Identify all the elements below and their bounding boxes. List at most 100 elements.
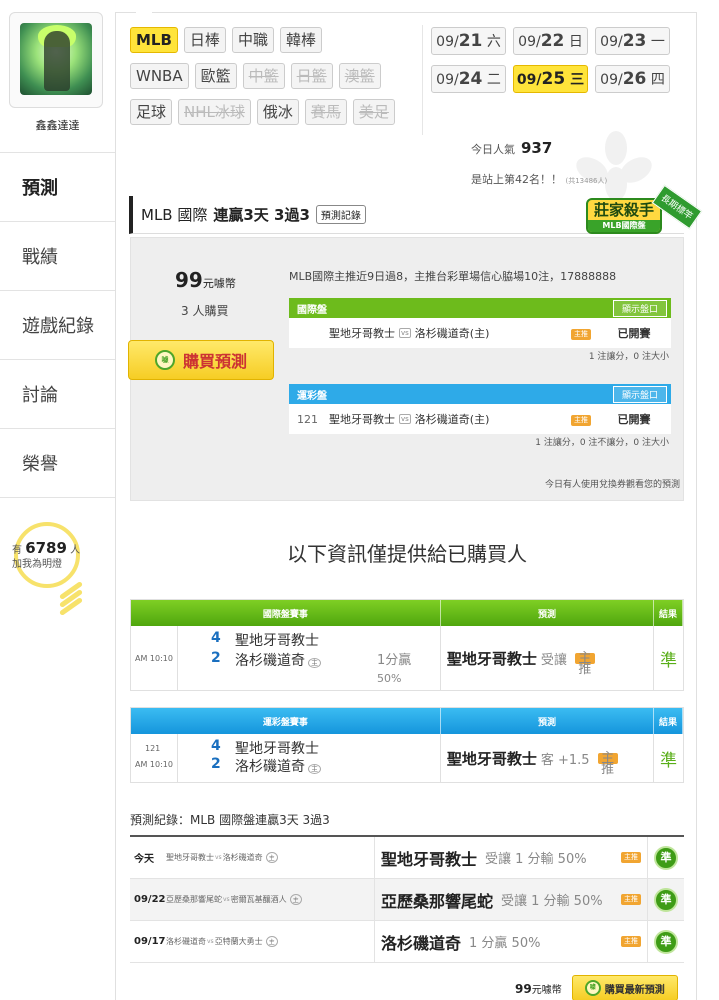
history-pick: 聖地牙哥教士 受讓 1 分輸 50% [375, 846, 615, 870]
divider [422, 25, 423, 135]
history-pick-note: 1 分贏 50% [469, 936, 541, 951]
buy-latest-label: 購買最新預測 [604, 984, 665, 996]
footer-price-unit: 元噱幣 [531, 984, 562, 996]
history-match: 洛杉磯道奇 vs 亞特蘭大勇士主 [162, 921, 375, 962]
fan-caption[interactable]: 加我為明燈 [12, 559, 62, 570]
price-value: 99 [175, 268, 203, 292]
date-day: 23 [622, 31, 647, 51]
show-odds-button[interactable]: 顯示盤口 [612, 299, 667, 317]
history-table: 今天 聖地牙哥教士 vs 洛杉磯道奇主聖地牙哥教士 受讓 1 分輸 50% 主推準 09/2… [130, 835, 684, 963]
history-pick-team: 亞歷桑那響尾蛇 [381, 891, 494, 911]
date-button[interactable]: 09/21 六 [431, 27, 506, 55]
sport-tag[interactable]: 中職 [231, 27, 274, 53]
date-weekday: 四 [650, 72, 665, 88]
main-pick-icon: 主推 [621, 936, 641, 947]
pick-icon-wrap: 主推 [571, 412, 591, 426]
game-time: AM 10:10 [135, 760, 173, 769]
host-icon: 主 [289, 894, 302, 905]
buy-latest-button[interactable]: 噱 購買最新預測 [571, 975, 678, 1000]
avatar[interactable] [20, 23, 92, 95]
sidebar-item-record[interactable]: 戰績 [0, 222, 115, 291]
history-icon-cell: 主推 [615, 936, 647, 947]
date-row: 09/24 二 09/25 三 09/26 四 [431, 65, 676, 93]
history-row: 09/22 亞歷桑那響尾蛇 vs 密爾瓦基釀酒人主亞歷桑那響尾蛇 受讓 1 分輸 50%… [130, 879, 684, 921]
avatar-figure-shape [44, 31, 70, 91]
header-cell: 結果 [654, 708, 683, 734]
sport-tag[interactable]: WNBA [130, 63, 189, 89]
buyer-count: 3 人購買 [181, 304, 229, 318]
prediction-team: 聖地牙哥教士 [446, 749, 537, 768]
badge-main: 莊家殺手 MLB國際盤 [586, 198, 662, 234]
buy-prediction-button[interactable]: 噱 購買預測 [128, 340, 274, 380]
sidebar-item-predict[interactable]: 預測 [0, 153, 115, 222]
recommendation-text: MLB國際主推近9日過8，主推台彩單場信心脇場10注，17888888 [289, 270, 617, 283]
pick-icon-wrap: 主推 [571, 326, 591, 340]
date-button[interactable]: 09/25 三 [513, 65, 588, 93]
date-button[interactable]: 09/23 一 [595, 27, 670, 55]
username: 鑫鑫達達 [35, 119, 80, 132]
market-note: 1 注讓分，0 注大小 [588, 352, 669, 362]
home-team: 聖地牙哥教士 [329, 413, 395, 426]
away-team: 洛杉磯道奇(主) [414, 413, 490, 426]
sport-tag[interactable]: 韓棒 [279, 27, 322, 53]
prediction-note: 客 +1.5 [540, 752, 590, 768]
date-button[interactable]: 09/22 日 [513, 27, 588, 55]
history-title: 預測紀錄：MLB 國際盤連贏3天 3過3 [130, 813, 330, 827]
host-icon: 主 [308, 764, 321, 774]
date-month: 09/ [436, 72, 459, 88]
sidebar-item-discussion[interactable]: 討論 [0, 360, 115, 429]
score-home: 4 [211, 630, 221, 646]
score-home: 4 [211, 738, 221, 754]
sport-tags: MLB 日棒 中職 韓棒 WNBA 歐籃 中籃 日籃 澳籃 足球 NHL冰球 俄冰 賽馬 美足 [130, 27, 420, 135]
sport-tag[interactable]: 俄冰 [256, 99, 299, 125]
history-date: 09/17 [134, 936, 166, 947]
game-id: 121 [297, 412, 318, 426]
tag-row: WNBA 歐籃 中籃 日籃 澳籃 [130, 63, 420, 89]
match-cell: 121 AM 10:10 4 2 聖地牙哥教士 洛杉磯道奇主 [131, 734, 441, 782]
history-pick-note: 受讓 1 分輸 50% [501, 894, 603, 909]
prediction-cell: 聖地牙哥教士 受讓 主推 [441, 626, 655, 690]
sport-tag[interactable]: 日棒 [183, 27, 226, 53]
history-team-1: 洛杉磯道奇 [166, 937, 206, 946]
date-row: 09/21 六 09/22 日 09/23 一 [431, 27, 676, 55]
date-weekday: 三 [570, 72, 585, 88]
history-date: 今天 [134, 854, 154, 865]
vs-icon: vs [399, 328, 411, 338]
prediction-record-button[interactable]: 預測記錄 [315, 205, 366, 224]
date-month: 09/ [436, 34, 459, 50]
prediction-team: 聖地牙哥教士 [446, 649, 537, 668]
date-button[interactable]: 09/26 四 [595, 65, 670, 93]
history-match: 亞歷桑那響尾蛇 vs 密爾瓦基釀酒人主 [162, 879, 375, 920]
host-icon: 主 [308, 658, 321, 668]
coin-icon: 噱 [584, 980, 601, 996]
history-match: 聖地牙哥教士 vs 洛杉磯道奇主 [162, 837, 375, 878]
sidebar-item-game-history[interactable]: 遊戲紀錄 [0, 291, 115, 360]
fan-number: 6789 [25, 539, 67, 557]
rank-total: (共13486人) [565, 177, 608, 185]
date-weekday: 六 [486, 34, 501, 50]
main-pick-icon: 主推 [621, 852, 641, 863]
away-team: 洛杉磯道奇(主) [414, 327, 490, 340]
prediction-note: 受讓 [540, 652, 567, 668]
game-status: 已開賽 [617, 327, 651, 340]
sport-tag[interactable]: 歐籃 [194, 63, 237, 89]
date-button[interactable]: 09/24 二 [431, 65, 506, 93]
panel-notch [136, 12, 152, 20]
score-away: 2 [211, 650, 221, 666]
coin-icon: 噱 [154, 350, 175, 370]
main-pick-icon: 主推 [571, 415, 591, 426]
sport-tag[interactable]: 足球 [130, 99, 173, 125]
sport-tag[interactable]: MLB [130, 27, 178, 53]
fan-count: 有 6789 人 加我為明燈 [0, 541, 115, 572]
sport-tag: NHL冰球 [178, 99, 251, 125]
result-table-row: AM 10:10 4 2 聖地牙哥教士 洛杉磯道奇主 1分贏 50% 聖地牙哥教士 受讓 主推準 [131, 626, 683, 690]
history-date: 09/22 [134, 894, 166, 905]
coupon-note: 今日有人使用兌換券觀看您的預測 [544, 480, 680, 490]
market-name: 運彩盤 [297, 390, 327, 402]
game-id: 121 [145, 744, 161, 753]
show-odds-button[interactable]: 顯示盤口 [612, 385, 667, 403]
market-name: 國際盤 [297, 304, 327, 316]
sidebar-item-honor[interactable]: 榮譽 [0, 429, 115, 498]
result-table: 運彩盤賽事 預測 結果 121 AM 10:10 4 2 聖地牙哥教士 洛杉磯道奇主聖地牙哥教士… [130, 707, 684, 783]
market-header: 運彩盤 顯示盤口 [289, 384, 671, 404]
